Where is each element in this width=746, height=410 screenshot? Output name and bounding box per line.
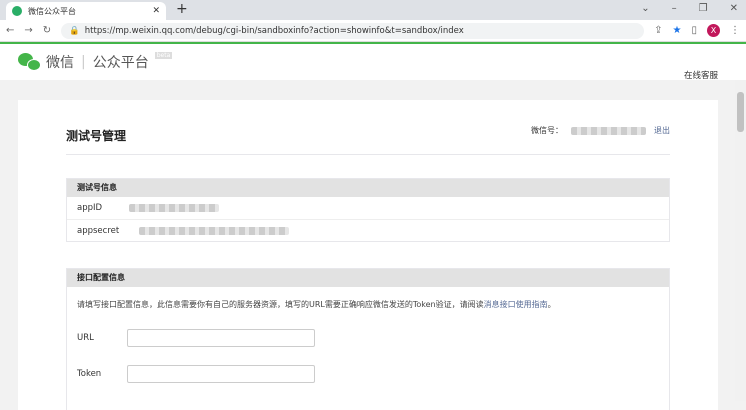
back-icon[interactable]: ← [6,25,14,36]
config-description: 请填写接口配置信息，此信息需要你有自己的服务器资源，填写的URL需要正确响应微信… [77,300,484,309]
account-info: 微信号： 退出 [531,125,670,136]
wechat-id-label: 微信号： [531,126,563,135]
appid-label: appID [77,203,103,213]
brand-name: 微信 [46,55,74,71]
menu-icon[interactable]: ⋮ [730,25,740,36]
browser-tab[interactable]: 微信公众平台 ✕ [6,2,166,20]
minimize-icon[interactable]: – [672,3,677,14]
url-field[interactable] [127,329,315,347]
panel-title: 测试号信息 [67,179,669,197]
scrollbar-thumb[interactable] [737,92,744,132]
close-window-icon[interactable]: ✕ [730,3,738,14]
url-label: URL [77,333,94,343]
interface-config-panel: 接口配置信息 请填写接口配置信息，此信息需要你有自己的服务器资源，填写的URL需… [66,268,670,410]
logo[interactable]: 微信 | 公众平台 beta [18,52,173,72]
reload-icon[interactable]: ↻ [43,25,51,36]
sidepanel-icon[interactable]: ▯ [691,25,697,36]
appsecret-redacted [139,226,289,235]
tab-bar: 微信公众平台 ✕ + ⌄ – ❐ ✕ [0,0,746,20]
product-name: 公众平台 [92,55,149,71]
divider [66,154,670,155]
url-text: https://mp.weixin.qq.com/debug/cgi-bin/s… [84,25,464,36]
punctuation: 。 [547,300,556,309]
maximize-icon[interactable]: ❐ [699,3,708,14]
message-api-guide-link[interactable]: 消息接口使用指南 [484,300,548,309]
site-header: 微信 | 公众平台 beta 在线客服 [0,44,746,81]
page-title: 测试号管理 [66,129,127,143]
wechat-id-redacted [571,126,646,135]
main-content: 测试号管理 微信号： 退出 测试号信息 appID appsecret 接口配置信… [18,100,718,410]
appsecret-label: appsecret [77,225,120,236]
logout-link[interactable]: 退出 [654,125,670,136]
online-service-link[interactable]: 在线客服 [684,69,718,81]
panel-title: 接口配置信息 [67,269,669,287]
forward-icon[interactable]: → [24,25,32,36]
token-label: Token [77,369,102,379]
share-icon[interactable]: ⇪ [654,25,662,36]
profile-avatar[interactable]: X [707,24,720,37]
close-tab-icon[interactable]: ✕ [152,6,160,16]
wechat-logo-icon [18,53,42,71]
beta-badge: beta [154,52,173,59]
lock-icon: 🔒 [69,25,80,36]
appid-redacted [129,204,219,212]
token-field[interactable] [127,365,315,383]
test-account-panel: 测试号信息 appID appsecret [66,178,670,242]
new-tab-button[interactable]: + [176,1,188,17]
url-input[interactable]: 🔒 https://mp.weixin.qq.com/debug/cgi-bin/… [61,22,645,39]
address-bar: ← → ↻ 🔒 https://mp.weixin.qq.com/debug/cgi-… [0,20,746,42]
wechat-favicon-icon [12,6,22,16]
bookmark-star-icon[interactable]: ★ [673,25,682,36]
tab-search-icon[interactable]: ⌄ [641,3,649,14]
tab-title: 微信公众平台 [28,6,76,16]
